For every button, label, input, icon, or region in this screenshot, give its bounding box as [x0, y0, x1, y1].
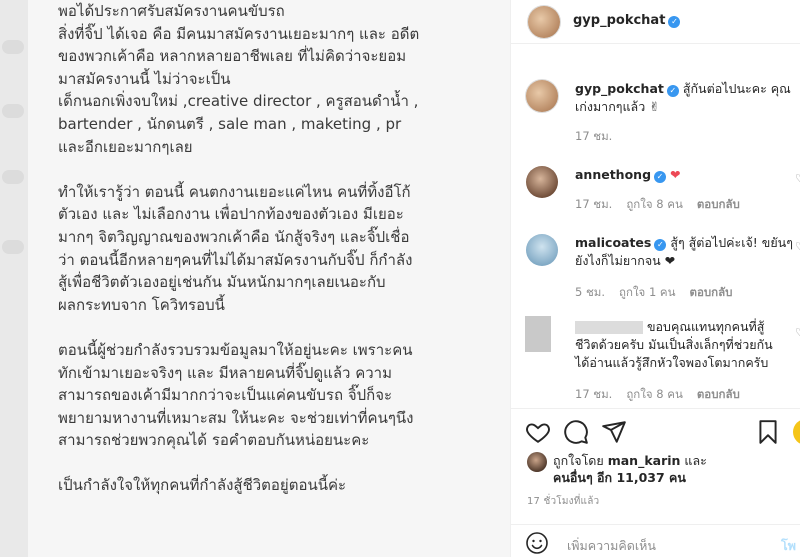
- background-left: [0, 0, 28, 557]
- avatar[interactable]: [526, 234, 558, 266]
- avatar[interactable]: [527, 452, 547, 472]
- post-blank-line: [58, 452, 508, 475]
- verified-badge-icon: ✓: [666, 85, 679, 97]
- sticker-icon[interactable]: [793, 419, 800, 445]
- reply-button[interactable]: ตอบกลับ: [689, 285, 732, 299]
- post-text-line: ผลกระทบจาก โควิทรอบนี้: [58, 295, 225, 314]
- post-text-line: ทำให้เรารู้ว่า ตอนนี้ คนตกงานเยอะแค่ไหน …: [58, 182, 411, 201]
- comment-text: annethong ✓ ❤: [575, 166, 800, 184]
- others-link[interactable]: คนอื่นๆ อีก 11,037 คน: [553, 470, 686, 485]
- reply-button[interactable]: ตอบกลับ: [697, 387, 740, 401]
- post-text-line: ว่า ตอนนี้อีกหลายๆคนที่ไม่ได้มาสมัครงานก…: [58, 250, 413, 269]
- comment-meta: 17 ชม. ถูกใจ 8 คน ตอบกลับ: [575, 196, 754, 214]
- comment-meta: 17 ชม. ถูกใจ 8 คน ตอบกลับ: [575, 386, 754, 404]
- post-text-line: ตอนนี้ผู้ช่วยกำลังรวบรวมข้อมูลมาให้อยู่น…: [58, 340, 413, 359]
- post-text-line: มากๆ จิตวิญญาณของพวกเค้าคือ นักสู้จริงๆ …: [58, 227, 410, 246]
- verified-badge-icon: ✓: [654, 171, 667, 183]
- background-shape: [2, 240, 24, 254]
- post-caption-text: พอได้ประกาศรับสมัครงานคนขับรถสิ่งที่จิ๊ป…: [58, 0, 508, 497]
- comment-body: ❤: [670, 167, 681, 182]
- heart-outline-icon[interactable]: [525, 419, 551, 445]
- add-comment-bar: เพิ่มความคิดเห็น โพ: [511, 524, 800, 557]
- post-blank-line: [58, 158, 508, 181]
- comment-meta: 5 ชม. ถูกใจ 1 คน ตอบกลับ: [575, 284, 746, 302]
- avatar[interactable]: [525, 316, 551, 352]
- comment-bubble-icon[interactable]: [563, 419, 589, 445]
- post-text-line: ของพวกเค้าคือ หลากหลายอาชีพเลย ที่ไม่คิด…: [58, 47, 407, 66]
- avatar[interactable]: [526, 166, 558, 198]
- comment-time[interactable]: 17 ชม.: [575, 387, 612, 401]
- reply-button[interactable]: ตอบกลับ: [697, 197, 740, 211]
- post-comment-button[interactable]: โพ: [781, 536, 796, 556]
- comment-text: ขอบคุณแทนทุกคนที่สู้ชีวิตด้วยครับ มันเป็…: [575, 318, 775, 372]
- post-blank-line: [58, 316, 508, 339]
- comment-time[interactable]: 5 ชม.: [575, 285, 605, 299]
- post-text-line: สิ่งที่จิ๊ป ได้เจอ คือ มีคนมาสมัครงานเยอ…: [58, 24, 420, 43]
- comments-panel: gyp_pokchat ✓ gyp_pokchat ✓ สู้กันต่อไปนะค…: [510, 0, 800, 557]
- avatar[interactable]: [526, 80, 558, 112]
- comment-likes[interactable]: ถูกใจ 8 คน: [626, 197, 682, 211]
- post-text-line: สู้เพื่อชีวิตตัวเองอยู่เช่นกัน มันหนักมา…: [58, 273, 386, 292]
- background-shape: [2, 40, 24, 54]
- post-text-line: พอได้ประกาศรับสมัครงานคนขับรถ: [58, 2, 285, 20]
- comment-input[interactable]: เพิ่มความคิดเห็น: [567, 536, 656, 556]
- post-text-line: เด็กนอกเพิ่งจบใหม่ ,creative director , …: [58, 92, 419, 111]
- comment-text: malicoates ✓ สู้ๆ สู้ต่อไปค่ะเจ้! ขยันๆ ย…: [575, 234, 800, 270]
- background-shape: [2, 170, 24, 184]
- post-text-line: สามารถของเค้ามีมากกว่าจะเป็นแค่คนขับรถ จ…: [58, 386, 393, 405]
- comment-username[interactable]: annethong: [575, 167, 651, 182]
- likes-text: ถูกใจโดย man_karin และ คนอื่นๆ อีก 11,03…: [553, 453, 707, 485]
- background-shape: [2, 104, 24, 118]
- post-text-line: มาสมัครงานนี้ ไม่ว่าจะเป็น: [58, 69, 231, 88]
- post-text-line: bartender , นักดนตรี , sale man , maketi…: [58, 114, 402, 133]
- comment-meta: 17 ชม.: [575, 128, 626, 146]
- action-bar: [511, 408, 800, 452]
- post-text-line: พยายามหางานที่เหมาะสม ให้นะคะ จะช่วยเท่า…: [58, 408, 414, 427]
- liked-by-username[interactable]: man_karin: [608, 453, 681, 468]
- comment-like-icon[interactable]: ♡: [795, 240, 800, 253]
- comment-like-icon[interactable]: ♡: [795, 172, 800, 185]
- comment-like-icon[interactable]: ♡: [795, 326, 800, 339]
- post-timestamp[interactable]: 17 ชั่วโมงที่แล้ว: [527, 494, 599, 509]
- comment-time[interactable]: 17 ชม.: [575, 197, 612, 211]
- post-text-line: ตัวเอง และ ไม่เลือกงาน เพื่อปากท้องของตั…: [58, 205, 404, 224]
- post-text-line: และอีกเยอะมากๆเลย: [58, 137, 193, 156]
- comment-username[interactable]: malicoates: [575, 235, 651, 250]
- post-image: พอได้ประกาศรับสมัครงานคนขับรถสิ่งที่จิ๊ป…: [28, 0, 510, 557]
- verified-badge-icon: ✓: [654, 239, 667, 251]
- comment-time[interactable]: 17 ชม.: [575, 129, 612, 143]
- smiley-icon[interactable]: [525, 531, 549, 555]
- post-header: gyp_pokchat ✓: [511, 0, 800, 44]
- comment-likes[interactable]: ถูกใจ 8 คน: [626, 387, 682, 401]
- comment-username-redacted[interactable]: [575, 321, 643, 334]
- comment-likes[interactable]: ถูกใจ 1 คน: [619, 285, 675, 299]
- header-username[interactable]: gyp_pokchat ✓: [573, 13, 681, 28]
- post-text-line: สามารถช่วยพวกคุณได้ รอคำตอบกันหน่อยนะคะ: [58, 431, 370, 450]
- comment-username[interactable]: gyp_pokchat: [575, 81, 664, 96]
- post-text-line: เป็นกำลังใจให้ทุกคนที่กำลังสู้ชีวิตอยู่ต…: [58, 476, 347, 495]
- avatar[interactable]: [528, 6, 560, 38]
- post-text-line: ทักเข้ามาเยอะจริงๆ และ มีหลายคนที่จิ๊ปดู…: [58, 363, 392, 382]
- verified-badge-icon: ✓: [668, 16, 681, 28]
- paper-plane-icon[interactable]: [601, 419, 627, 445]
- bookmark-icon[interactable]: [755, 419, 781, 445]
- comment-text: gyp_pokchat ✓ สู้กันต่อไปนะคะ คุณเก่งมากๆ…: [575, 80, 800, 116]
